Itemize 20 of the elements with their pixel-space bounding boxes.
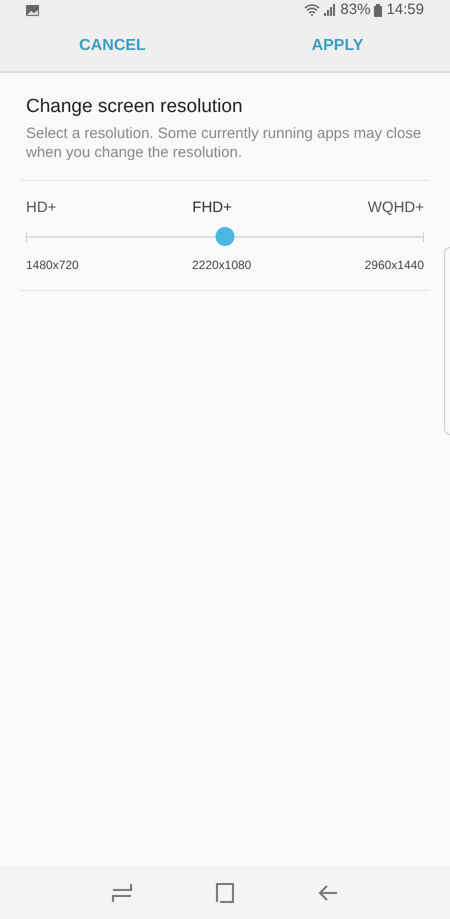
wifi-icon — [304, 4, 320, 16]
resolution-value: 1480x720 — [26, 257, 79, 274]
battery-percentage: 83% — [340, 0, 370, 20]
slider-thumb[interactable] — [216, 227, 234, 246]
edge-panel-handle[interactable] — [444, 247, 450, 435]
home-icon — [214, 882, 235, 902]
back-arrow-icon — [318, 882, 338, 902]
description-text: Select a resolution. Some currently running apps may close when you change the resolution. — [26, 124, 422, 162]
resolution-option[interactable]: FHD+ — [192, 196, 232, 219]
resolution-option[interactable]: WQHD+ — [368, 196, 424, 219]
battery-icon — [374, 4, 382, 16]
resolution-value: 2220x1080 — [192, 257, 252, 274]
clock-time: 14:59 — [386, 0, 424, 20]
page-title: Change screen resolution — [26, 95, 244, 119]
resolution-value: 2960x1440 — [364, 257, 424, 274]
resolution-option[interactable]: HD+ — [26, 196, 56, 219]
resolution-slider-track[interactable] — [26, 227, 424, 246]
gallery-icon — [26, 4, 39, 16]
signal-icon — [324, 4, 336, 16]
recent-apps-icon — [112, 882, 132, 902]
